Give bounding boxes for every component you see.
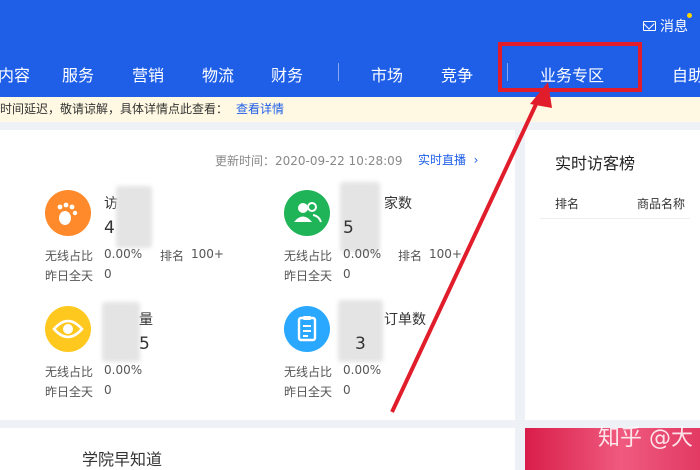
notice-text: 时间延迟，敬请谅解，具体详情点此查看： <box>0 102 229 116</box>
rank-column-header: 排名 <box>555 197 580 211</box>
yesterday-value: 0 <box>343 267 351 281</box>
nav-item-competition[interactable]: 竞争 <box>441 62 473 86</box>
notice-details-link[interactable]: 查看详情 <box>236 102 284 116</box>
yesterday-label: 昨日全天 <box>284 385 333 399</box>
yesterday-value: 0 <box>104 383 112 397</box>
wireless-value: 0.00% <box>343 363 382 377</box>
update-time: 更新时间：2020-09-22 10:28:09 <box>215 154 403 168</box>
redacted-area <box>340 182 380 252</box>
metric-value: 5 <box>343 218 354 238</box>
nav-item-finance[interactable]: 财务 <box>271 62 303 86</box>
nav-item-content[interactable]: 内容 <box>0 62 30 86</box>
messages-label: 消息 <box>660 19 688 35</box>
nav-item-service[interactable]: 服务 <box>62 62 94 86</box>
academy-title: 学院早知道 <box>82 450 163 469</box>
metric-value: 4 <box>104 218 115 238</box>
rank-value: 100+ <box>191 247 224 261</box>
metric-title: 家数 <box>384 196 412 212</box>
wireless-label: 无线占比 <box>284 249 333 263</box>
eye-icon <box>45 306 91 352</box>
nav-item-marketing[interactable]: 营销 <box>132 62 164 86</box>
users-icon <box>284 190 330 236</box>
nav-divider <box>338 63 339 81</box>
mail-icon <box>643 21 656 31</box>
wireless-value: 0.00% <box>343 247 382 261</box>
watermark: 知乎 @大 <box>598 426 693 451</box>
metric-title: 订单数 <box>384 312 426 328</box>
yesterday-value: 0 <box>104 267 112 281</box>
footprint-icon <box>45 190 91 236</box>
unread-dot <box>687 13 692 18</box>
nav-item-market[interactable]: 市场 <box>371 62 403 86</box>
wireless-value: 0.00% <box>104 247 143 261</box>
order-document-icon <box>284 306 330 352</box>
yesterday-label: 昨日全天 <box>45 269 94 283</box>
rank-label: 排名 <box>398 249 423 263</box>
wireless-value: 0.00% <box>104 363 143 377</box>
yesterday-label: 昨日全天 <box>45 385 94 399</box>
visitor-rank-title: 实时访客榜 <box>555 154 636 173</box>
yesterday-value: 0 <box>343 383 351 397</box>
wireless-label: 无线占比 <box>284 365 333 379</box>
redacted-area <box>116 186 152 248</box>
highlight-box <box>498 42 642 92</box>
wireless-label: 无线占比 <box>45 365 94 379</box>
nav-item-logistics[interactable]: 物流 <box>202 62 234 86</box>
notice-bar: 时间延迟，敬请谅解，具体详情点此查看： 查看详情 <box>0 97 700 122</box>
metric-value: 5 <box>139 334 150 354</box>
live-link[interactable]: 实时直播 › <box>418 151 478 168</box>
nav-item-self-service[interactable]: 自助 <box>672 62 700 86</box>
yesterday-label: 昨日全天 <box>284 269 333 283</box>
wireless-label: 无线占比 <box>45 249 94 263</box>
redacted-area <box>102 302 140 362</box>
chevron-right-icon: › <box>473 153 479 167</box>
messages-link[interactable]: 消息 <box>643 16 688 36</box>
academy-card <box>0 428 515 470</box>
rank-label: 排名 <box>160 249 185 263</box>
metric-value: 3 <box>355 334 366 354</box>
product-column-header: 商品名称 <box>637 197 686 211</box>
divider <box>540 218 690 219</box>
metric-title: 量 <box>139 312 153 328</box>
rank-value: 100+ <box>429 247 462 261</box>
